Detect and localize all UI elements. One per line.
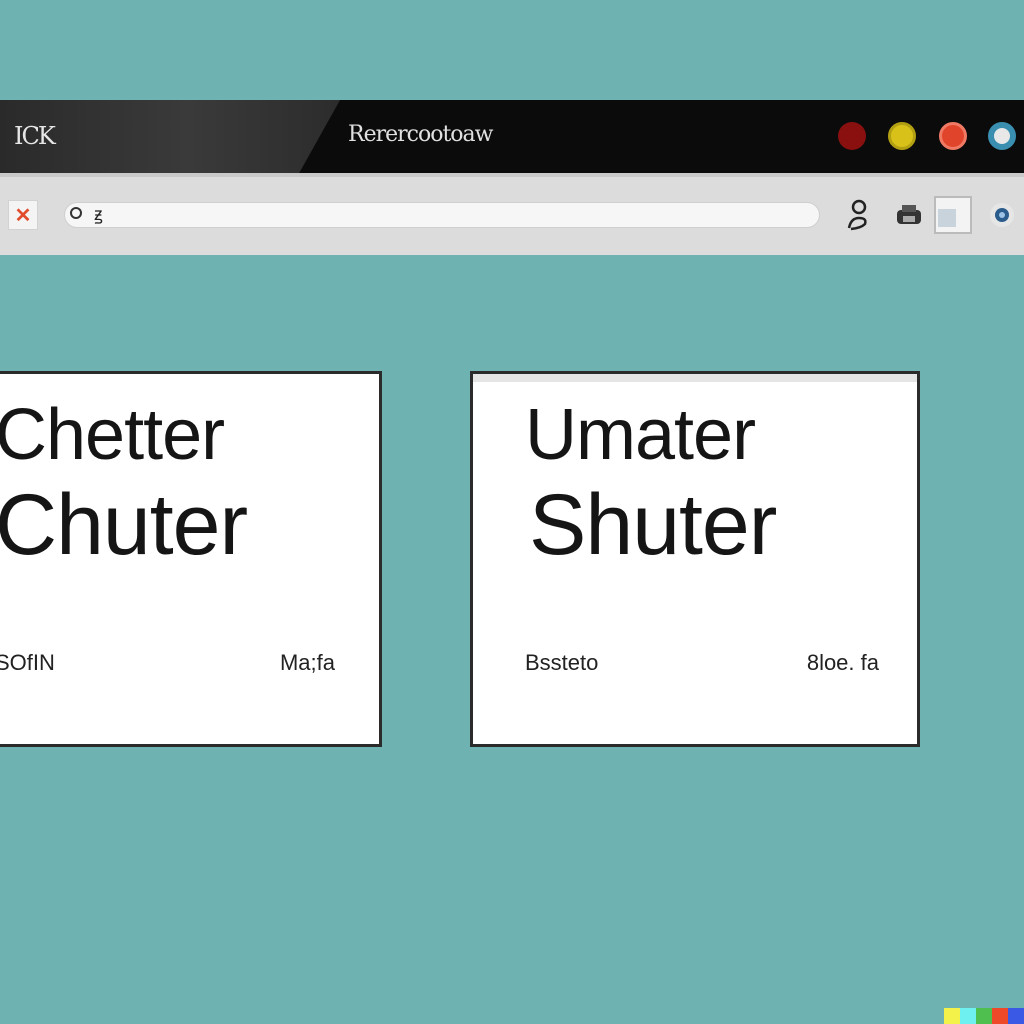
card-subheading: Chuter xyxy=(0,477,248,573)
swatch-cyan xyxy=(960,1008,976,1024)
blue-circle-icon[interactable] xyxy=(988,122,1016,150)
address-text: ꙃ xyxy=(94,204,103,224)
card-footer-right: 8loe. fa xyxy=(806,650,879,675)
site-favicon-icon[interactable]: ✕ xyxy=(8,200,38,230)
swatch-yellow xyxy=(944,1008,960,1024)
printer-icon[interactable] xyxy=(893,196,925,234)
app-logo: ICK xyxy=(14,122,56,150)
content-card-1[interactable]: Chetter Chuter SOfIN Ma;fa xyxy=(0,371,382,747)
dark-red-circle-icon[interactable] xyxy=(838,122,866,150)
card-heading: Chetter xyxy=(0,395,225,475)
globe-icon[interactable] xyxy=(986,196,1018,234)
address-bar[interactable] xyxy=(64,202,820,228)
card-footer-left: SOfIN xyxy=(0,650,55,675)
swatch-green xyxy=(976,1008,992,1024)
card-footer-right: Ma;fa xyxy=(279,650,335,675)
swatch-blue xyxy=(1008,1008,1024,1024)
swatch-red xyxy=(992,1008,1008,1024)
window-title: Rerercootoaw xyxy=(348,122,493,147)
card-subheading: Shuter xyxy=(529,477,777,573)
window-icon[interactable] xyxy=(934,196,972,234)
person-icon[interactable] xyxy=(842,196,874,234)
card-footer-left: Bssteto xyxy=(525,650,599,675)
title-bar: ICK Rerercootoaw xyxy=(0,100,1024,173)
content-card-2[interactable]: Umater Shuter Bssteto 8loe. fa xyxy=(470,371,920,747)
yellow-circle-icon[interactable] xyxy=(888,122,916,150)
red-circle-icon[interactable] xyxy=(939,122,967,150)
address-bar-indicator-icon xyxy=(70,207,82,219)
card-heading: Umater xyxy=(525,395,756,475)
